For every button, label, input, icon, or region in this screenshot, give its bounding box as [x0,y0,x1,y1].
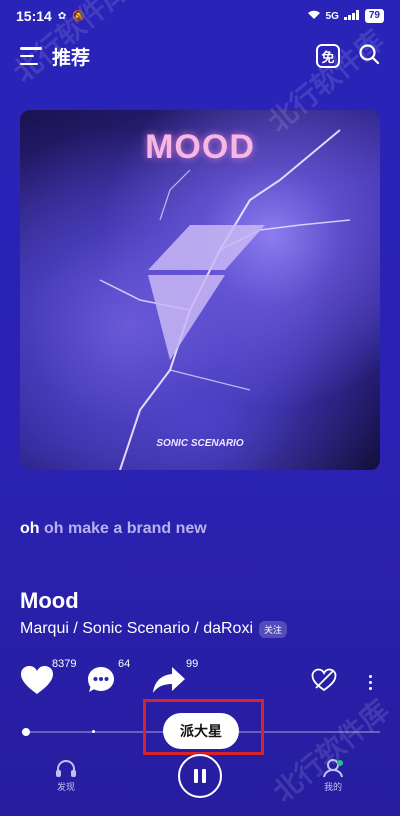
album-cover[interactable]: MOOD SONIC SCENARIO [20,110,380,470]
network-label: 5G [325,10,339,22]
share-button[interactable]: 99 [152,658,218,702]
signal-icon [343,9,360,23]
progress-knob[interactable] [21,728,30,736]
more-icon[interactable] [369,674,372,690]
progress-marker [92,730,95,733]
song-title: Mood [20,588,79,613]
like-count: 8379 [52,658,77,670]
share-count: 99 [186,658,199,670]
comment-button[interactable]: 64 [86,658,152,702]
lyric-line[interactable]: oh oh make a brand new [20,520,207,538]
battery-icon: 79 [364,9,384,23]
nav-discover-label: 发现 [56,782,75,792]
lyric-rest: oh make a brand new [39,520,207,537]
comment-icon [86,665,116,700]
heart-broken-icon[interactable] [311,668,337,697]
comment-count: 64 [118,658,131,670]
like-button[interactable]: 8379 [20,658,86,702]
cover-subtitle: SONIC SCENARIO [156,438,244,449]
heart-icon [20,665,54,700]
lyric-highlight: oh [20,520,40,537]
action-row: 8379 64 99 [20,658,380,704]
pause-icon [194,769,198,783]
pause-button[interactable] [178,754,222,798]
wifi-icon [307,9,321,23]
highlight-box [143,699,264,755]
share-icon [152,665,186,700]
bolt-logo [148,225,265,360]
artist-row: Marqui / Sonic Scenario / daRoxi 关注 [20,620,288,638]
follow-button[interactable]: 关注 [259,620,288,638]
nav-discover[interactable]: 发现 [46,758,86,793]
headphones-icon [56,760,76,777]
cover-title: MOOD [145,128,255,166]
artist-names[interactable]: Marqui / Sonic Scenario / daRoxi [20,620,253,638]
status-time: 15:14 [16,8,52,24]
nav-mine-label: 我的 [323,782,342,792]
